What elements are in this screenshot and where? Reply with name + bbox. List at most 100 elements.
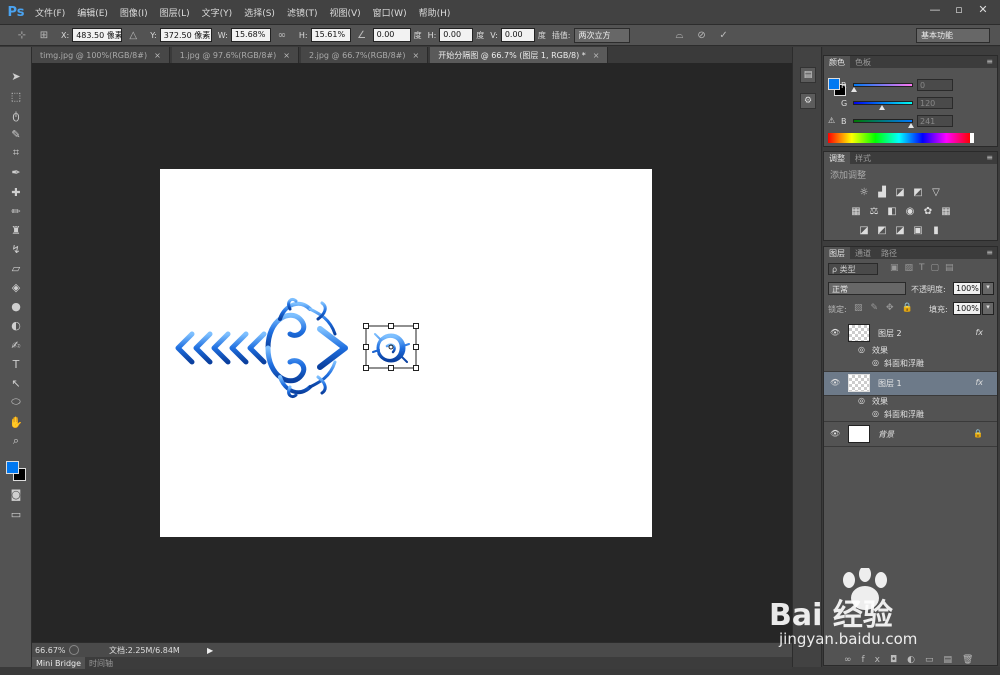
tab-timg[interactable]: timg.jpg @ 100%(RGB/8#) ×: [32, 47, 170, 63]
opacity-dropdown-icon[interactable]: ▾: [982, 282, 994, 295]
green-track[interactable]: [853, 101, 913, 110]
tab-channels[interactable]: 通道: [850, 247, 876, 259]
green-thumb[interactable]: [879, 105, 885, 110]
h-field[interactable]: 15.61%: [310, 28, 351, 42]
visibility-eye-icon[interactable]: 👁: [830, 429, 840, 438]
brush-tool-icon[interactable]: ✏: [0, 202, 32, 220]
visibility-eye-icon[interactable]: 👁: [830, 328, 840, 337]
color-lookup-icon[interactable]: ▦: [940, 205, 952, 217]
panel-menu-icon[interactable]: ≡: [986, 248, 993, 257]
gamut-warning-icon[interactable]: ⚠: [828, 116, 835, 125]
hand-tool-icon[interactable]: ✋: [0, 413, 32, 431]
vibrance-icon[interactable]: ▽: [930, 186, 942, 198]
tab-close-icon[interactable]: ×: [283, 51, 290, 60]
tab-swatches[interactable]: 色板: [850, 56, 876, 68]
panel-menu-icon[interactable]: ≡: [986, 57, 993, 66]
tab-styles[interactable]: 样式: [850, 152, 876, 164]
lock-icons[interactable]: ▨✎✥🔒: [854, 303, 921, 313]
properties-panel-icon[interactable]: ⚙: [800, 93, 816, 109]
spectrum-white[interactable]: [970, 133, 974, 143]
shape-tool-icon[interactable]: ⬭: [0, 393, 32, 411]
tab-paths[interactable]: 路径: [876, 247, 902, 259]
fill-field[interactable]: 100%: [953, 302, 981, 315]
fx-badge[interactable]: fx: [975, 328, 983, 337]
channel-mixer-icon[interactable]: ✿: [922, 205, 934, 217]
eyedropper-tool-icon[interactable]: ✒: [0, 163, 32, 181]
close-window-button[interactable]: ✕: [972, 0, 994, 18]
blue-slider[interactable]: B 241: [827, 114, 997, 128]
zoom-tool-icon[interactable]: ⌕: [0, 432, 32, 450]
tab-color[interactable]: 颜色: [824, 56, 850, 68]
foreground-color-swatch[interactable]: [6, 461, 19, 474]
y-field[interactable]: 372.50 像素: [159, 28, 212, 42]
reference-point-icon[interactable]: ⊞: [36, 27, 52, 43]
layer-name[interactable]: 背景: [878, 429, 894, 440]
bevel-emboss-label[interactable]: 斜面和浮雕: [884, 409, 924, 420]
visibility-eye-icon[interactable]: 👁: [830, 378, 840, 387]
commit-transform-icon[interactable]: ✓: [716, 27, 732, 43]
history-panel-icon[interactable]: ▤: [800, 67, 816, 83]
filter-icons[interactable]: ▣▨T▢▤: [890, 263, 960, 273]
warp-icon[interactable]: ⌓: [672, 27, 688, 43]
selective-color-icon[interactable]: ▣: [912, 224, 924, 236]
hue-saturation-icon[interactable]: ▦: [850, 205, 862, 217]
effect-eye-icon[interactable]: ◎: [872, 358, 879, 367]
color-spectrum-bar[interactable]: [828, 133, 970, 143]
tab-2jpg[interactable]: 2.jpg @ 66.7%(RGB/8#) ×: [301, 47, 429, 63]
w-field[interactable]: 15.68%: [230, 28, 271, 42]
menu-view[interactable]: 视图(V): [323, 6, 366, 19]
effect-eye-icon[interactable]: ◎: [872, 409, 879, 418]
green-slider[interactable]: G 120: [827, 96, 997, 110]
red-track[interactable]: [851, 83, 913, 92]
red-slider[interactable]: R 0: [827, 78, 997, 92]
tab-adjustments[interactable]: 调整: [824, 152, 850, 164]
screen-mode-icon[interactable]: ▭: [0, 505, 32, 523]
brightness-icon[interactable]: ☼: [858, 186, 870, 198]
menu-help[interactable]: 帮助(H): [413, 6, 457, 19]
fill-dropdown-icon[interactable]: ▾: [982, 302, 994, 315]
layer-row-background[interactable]: 👁 背景 🔒: [824, 422, 997, 447]
vskew-field[interactable]: 0.00: [500, 28, 535, 42]
blue-value[interactable]: 241: [917, 115, 953, 127]
red-value[interactable]: 0: [917, 79, 953, 91]
canvas-area[interactable]: [32, 63, 792, 642]
move-tool-icon[interactable]: ➤: [0, 67, 32, 85]
layer-name[interactable]: 图层 2: [878, 328, 902, 339]
angle-field[interactable]: 0.00: [372, 28, 411, 42]
menu-file[interactable]: 文件(F): [29, 6, 71, 19]
blend-mode-select[interactable]: 正常: [828, 282, 906, 295]
effects-eye-icon[interactable]: ◎: [858, 396, 865, 405]
blue-track[interactable]: [853, 119, 914, 128]
eraser-tool-icon[interactable]: ▱: [0, 259, 32, 277]
color-balance-icon[interactable]: ⚖: [868, 205, 880, 217]
workspace-select[interactable]: 基本功能: [916, 27, 990, 43]
tab-timeline[interactable]: 时间轴: [85, 657, 117, 669]
menu-edit[interactable]: 编辑(E): [71, 6, 114, 19]
tab-1jpg[interactable]: 1.jpg @ 97.6%(RGB/8#) ×: [171, 47, 299, 63]
tab-close-icon[interactable]: ×: [413, 51, 420, 60]
dodge-tool-icon[interactable]: ◐: [0, 316, 32, 334]
marquee-tool-icon[interactable]: ⬚: [0, 87, 32, 105]
delta-icon[interactable]: △: [125, 27, 141, 43]
curves-icon[interactable]: ◪: [894, 186, 906, 198]
maximize-button[interactable]: ▫: [948, 0, 970, 18]
pen-tool-icon[interactable]: ✍: [0, 336, 32, 354]
menu-window[interactable]: 窗口(W): [367, 6, 413, 19]
threshold-icon[interactable]: ◪: [894, 224, 906, 236]
link-icon[interactable]: ∞: [274, 27, 290, 43]
invert-icon[interactable]: ◪: [858, 224, 870, 236]
status-arrow-icon[interactable]: ▶: [207, 646, 213, 655]
lasso-tool-icon[interactable]: ტ: [0, 106, 32, 124]
hskew-field[interactable]: 0.00: [439, 28, 474, 42]
type-tool-icon[interactable]: T: [0, 355, 32, 373]
layer-row-2[interactable]: 👁 图层 2 fx ◎ 效果 ◎ 斜面和浮雕: [824, 322, 997, 372]
zoom-level[interactable]: 66.67%: [35, 646, 69, 655]
cancel-transform-icon[interactable]: ⊘: [694, 27, 710, 43]
menu-filter[interactable]: 滤镜(T): [281, 6, 324, 19]
opacity-field[interactable]: 100%: [953, 282, 981, 295]
menu-image[interactable]: 图像(I): [114, 6, 154, 19]
blur-tool-icon[interactable]: ●: [0, 297, 32, 315]
interpolation-select[interactable]: 两次立方: [573, 27, 630, 43]
layer-1-effects[interactable]: ◎ 效果 ◎ 斜面和浮雕: [824, 396, 997, 422]
blue-thumb[interactable]: [908, 123, 914, 128]
